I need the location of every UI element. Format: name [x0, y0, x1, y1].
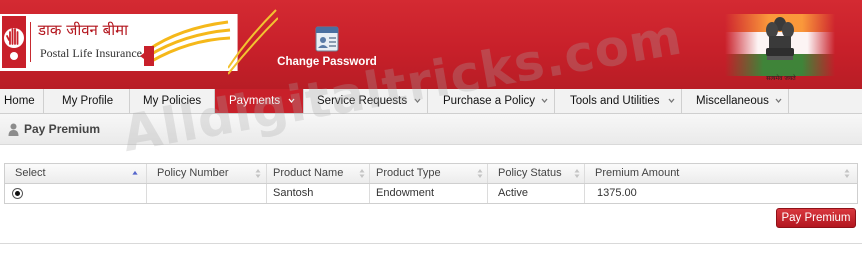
cell-product-type: Endowment: [370, 184, 488, 203]
state-emblem-icon: [766, 17, 794, 60]
post-horn-icon: [140, 20, 231, 66]
nav-item-label: Service Requests: [317, 95, 408, 107]
sort-icon: [844, 169, 850, 178]
row-select-radio[interactable]: [12, 188, 23, 199]
hand-emblem-icon: [2, 16, 26, 68]
sort-icon: [574, 169, 580, 178]
column-header-label: Policy Status: [498, 167, 562, 179]
nav-item-label: My Profile: [62, 95, 114, 107]
nav-item-service-requests[interactable]: Service Requests: [304, 89, 428, 113]
column-header-label: Product Type: [376, 167, 441, 179]
sort-icon: [255, 169, 261, 178]
page-title-bar: Pay Premium: [0, 114, 862, 145]
column-header-policy-status[interactable]: Policy Status: [488, 164, 585, 183]
column-header-label: Premium Amount: [595, 167, 680, 179]
chevron-down-icon: [668, 98, 675, 104]
policy-status-value: Active: [498, 187, 528, 199]
column-header-select[interactable]: Select: [5, 164, 147, 183]
table-header-row: Select Policy Number Product Name Produc…: [5, 164, 857, 184]
product-name-value: Santosh: [273, 187, 314, 199]
sort-icon: [477, 169, 483, 178]
premium-amount-value: 1375.00: [597, 187, 637, 199]
premium-table: Select Policy Number Product Name Produc…: [4, 163, 858, 204]
sort-ascending-icon: [132, 170, 138, 175]
column-header-premium-amount[interactable]: Premium Amount: [585, 164, 855, 183]
chevron-down-icon: [288, 98, 295, 104]
table-row[interactable]: Santosh Endowment Active 1375.00: [5, 184, 857, 203]
nav-item-label: Tools and Utilities: [570, 95, 660, 107]
cell-premium-amount: 1375.00: [585, 184, 855, 203]
nav-item-label: Home: [4, 95, 35, 107]
nav-item-tools-and-utilities[interactable]: Tools and Utilities: [555, 89, 682, 113]
product-type-value: Endowment: [376, 187, 435, 199]
column-header-product-type[interactable]: Product Type: [370, 164, 488, 183]
change-password-icon: [315, 26, 339, 52]
nav-item-label: Miscellaneous: [696, 95, 769, 107]
column-header-policy-number[interactable]: Policy Number: [147, 164, 267, 183]
page-title: Pay Premium: [24, 122, 101, 136]
nav-item-home[interactable]: Home: [0, 89, 44, 113]
pay-premium-button[interactable]: Pay Premium: [776, 208, 856, 228]
column-header-label: Policy Number: [157, 167, 229, 179]
chevron-down-icon: [775, 98, 782, 104]
nav-item-payments[interactable]: Payments: [215, 89, 304, 113]
cell-policy-number: [147, 184, 267, 203]
site-header: डाक जीवन बीमा Postal Life Insurance Chan…: [0, 0, 862, 89]
chevron-down-icon: [414, 98, 421, 104]
cell-select[interactable]: [5, 184, 147, 203]
column-header-label: Product Name: [273, 167, 344, 179]
nav-item-label: My Policies: [143, 95, 202, 107]
nav-item-purchase-a-policy[interactable]: Purchase a Policy: [428, 89, 555, 113]
nav-item-my-profile[interactable]: My Profile: [44, 89, 130, 113]
user-icon: [8, 123, 19, 136]
nav-item-miscellaneous[interactable]: Miscellaneous: [682, 89, 789, 113]
cell-product-name: Santosh: [267, 184, 370, 203]
column-header-product-name[interactable]: Product Name: [267, 164, 370, 183]
main-nav: Home My Profile My Policies Payments Ser…: [0, 89, 862, 114]
logo-divider: [30, 22, 31, 62]
emblem-caption: सत्यमेव जयते: [766, 75, 796, 82]
nav-item-my-policies[interactable]: My Policies: [130, 89, 215, 113]
change-password-label: Change Password: [277, 56, 377, 68]
nav-item-label: Payments: [229, 95, 281, 107]
cell-policy-status: Active: [488, 184, 585, 203]
chevron-down-icon: [541, 98, 548, 104]
footer-divider: [0, 243, 862, 244]
logo-hindi-text: डाक जीवन बीमा: [38, 21, 128, 39]
national-emblem-area: सत्यमेव जयते: [725, 8, 835, 84]
column-header-label: Select: [15, 167, 46, 179]
nav-item-label: Purchase a Policy: [443, 95, 536, 107]
pli-logo[interactable]: डाक जीवन बीमा Postal Life Insurance: [0, 14, 238, 71]
change-password-link[interactable]: Change Password: [270, 26, 384, 68]
sort-icon: [359, 169, 365, 178]
logo-english-text: Postal Life Insurance: [40, 46, 142, 60]
